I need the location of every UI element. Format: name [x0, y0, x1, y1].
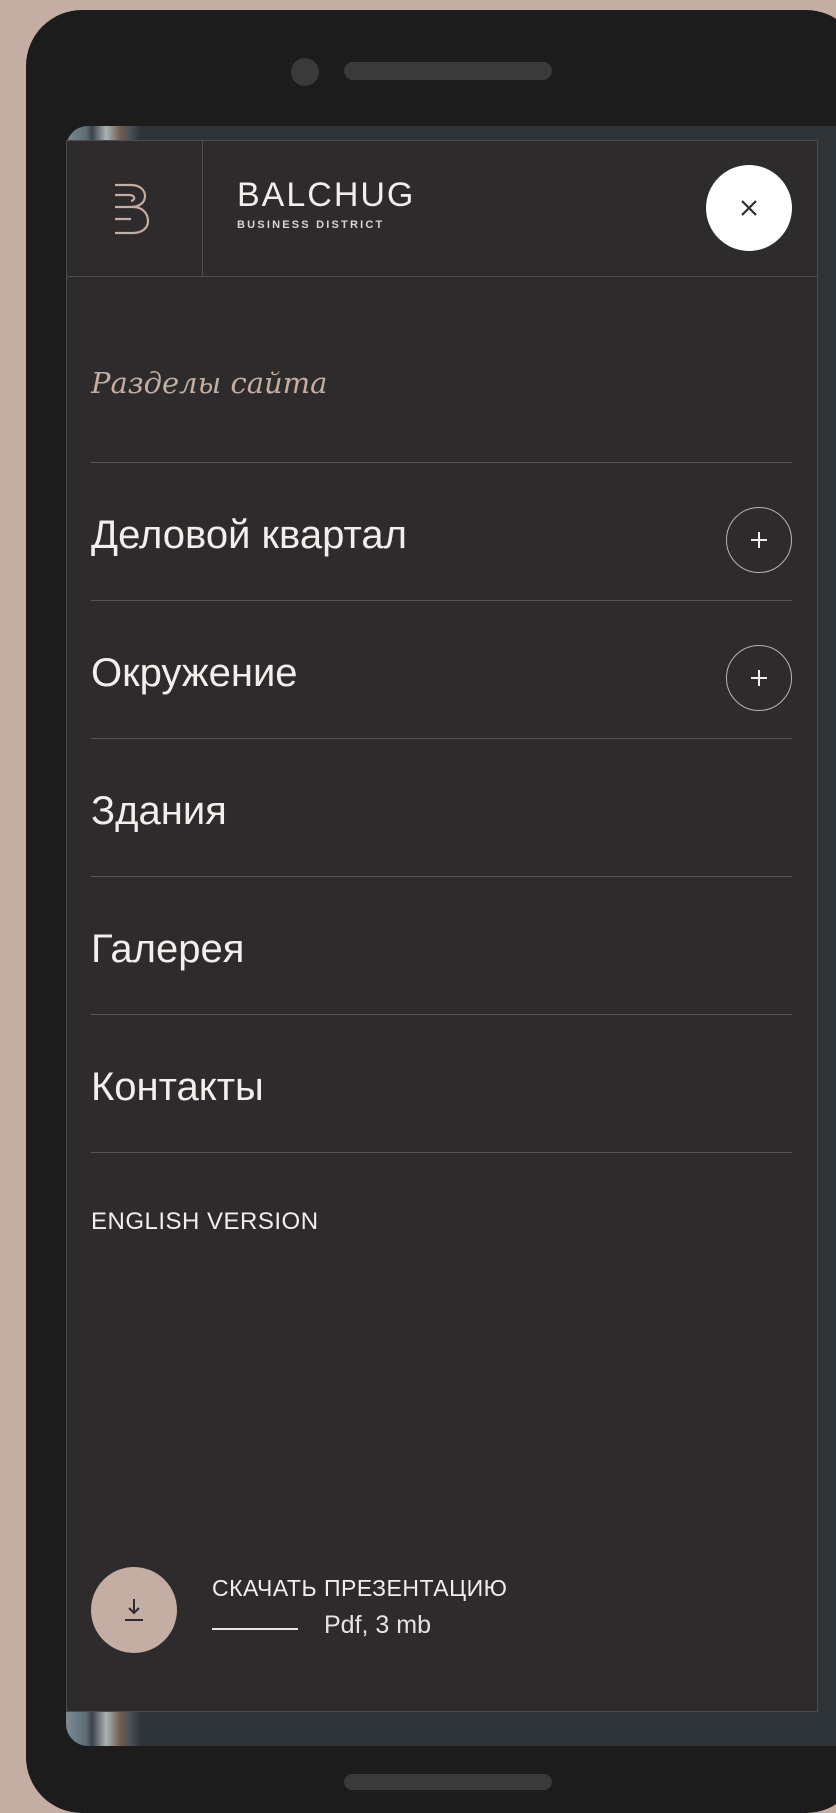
download-icon [125, 1599, 143, 1621]
brand-subtitle: BUSINESS DISTRICT [237, 219, 385, 231]
close-icon [741, 200, 757, 216]
nav-item-surroundings[interactable]: Окружение [91, 600, 792, 738]
nav-item-label: Контакты [91, 1065, 264, 1109]
logo-container[interactable] [67, 141, 203, 276]
menu-header: BALCHUG BUSINESS DISTRICT [67, 141, 817, 277]
brand-block: BALCHUG BUSINESS DISTRICT [237, 175, 415, 231]
nav-divider [91, 1152, 792, 1154]
nav-list: Деловой квартал Окружение Здания Галерея… [91, 462, 792, 1154]
expand-button[interactable] [726, 507, 792, 573]
brand-name: BALCHUG [237, 176, 416, 214]
section-title: Разделы сайта [91, 366, 328, 400]
plus-icon [751, 532, 767, 548]
balchug-b-logo-icon [115, 183, 150, 235]
nav-item-gallery[interactable]: Галерея [91, 876, 792, 1014]
nav-item-label: Здания [91, 789, 227, 833]
expand-button[interactable] [726, 645, 792, 711]
front-camera [291, 58, 319, 86]
nav-item-label: Деловой квартал [91, 513, 407, 557]
home-indicator [344, 1774, 552, 1790]
download-presentation[interactable]: СКАЧАТЬ ПРЕЗЕНТАЦИЮ Pdf, 3 mb [91, 1567, 791, 1667]
nav-item-label: Галерея [91, 927, 245, 971]
plus-icon [751, 670, 767, 686]
nav-item-contacts[interactable]: Контакты [91, 1014, 792, 1152]
nav-item-label: Окружение [91, 651, 298, 695]
navigation-menu: BALCHUG BUSINESS DISTRICT Разделы сайта … [66, 140, 818, 1712]
close-menu-button[interactable] [706, 165, 792, 251]
download-title[interactable]: СКАЧАТЬ ПРЕЗЕНТАЦИЮ [212, 1575, 507, 1602]
nav-item-business-quarter[interactable]: Деловой квартал [91, 462, 792, 600]
download-file-info: Pdf, 3 mb [324, 1611, 431, 1639]
speaker-grille [344, 62, 552, 80]
nav-item-buildings[interactable]: Здания [91, 738, 792, 876]
decorative-line [212, 1628, 298, 1630]
english-version-link[interactable]: ENGLISH VERSION [91, 1208, 319, 1236]
download-button[interactable] [91, 1567, 177, 1653]
